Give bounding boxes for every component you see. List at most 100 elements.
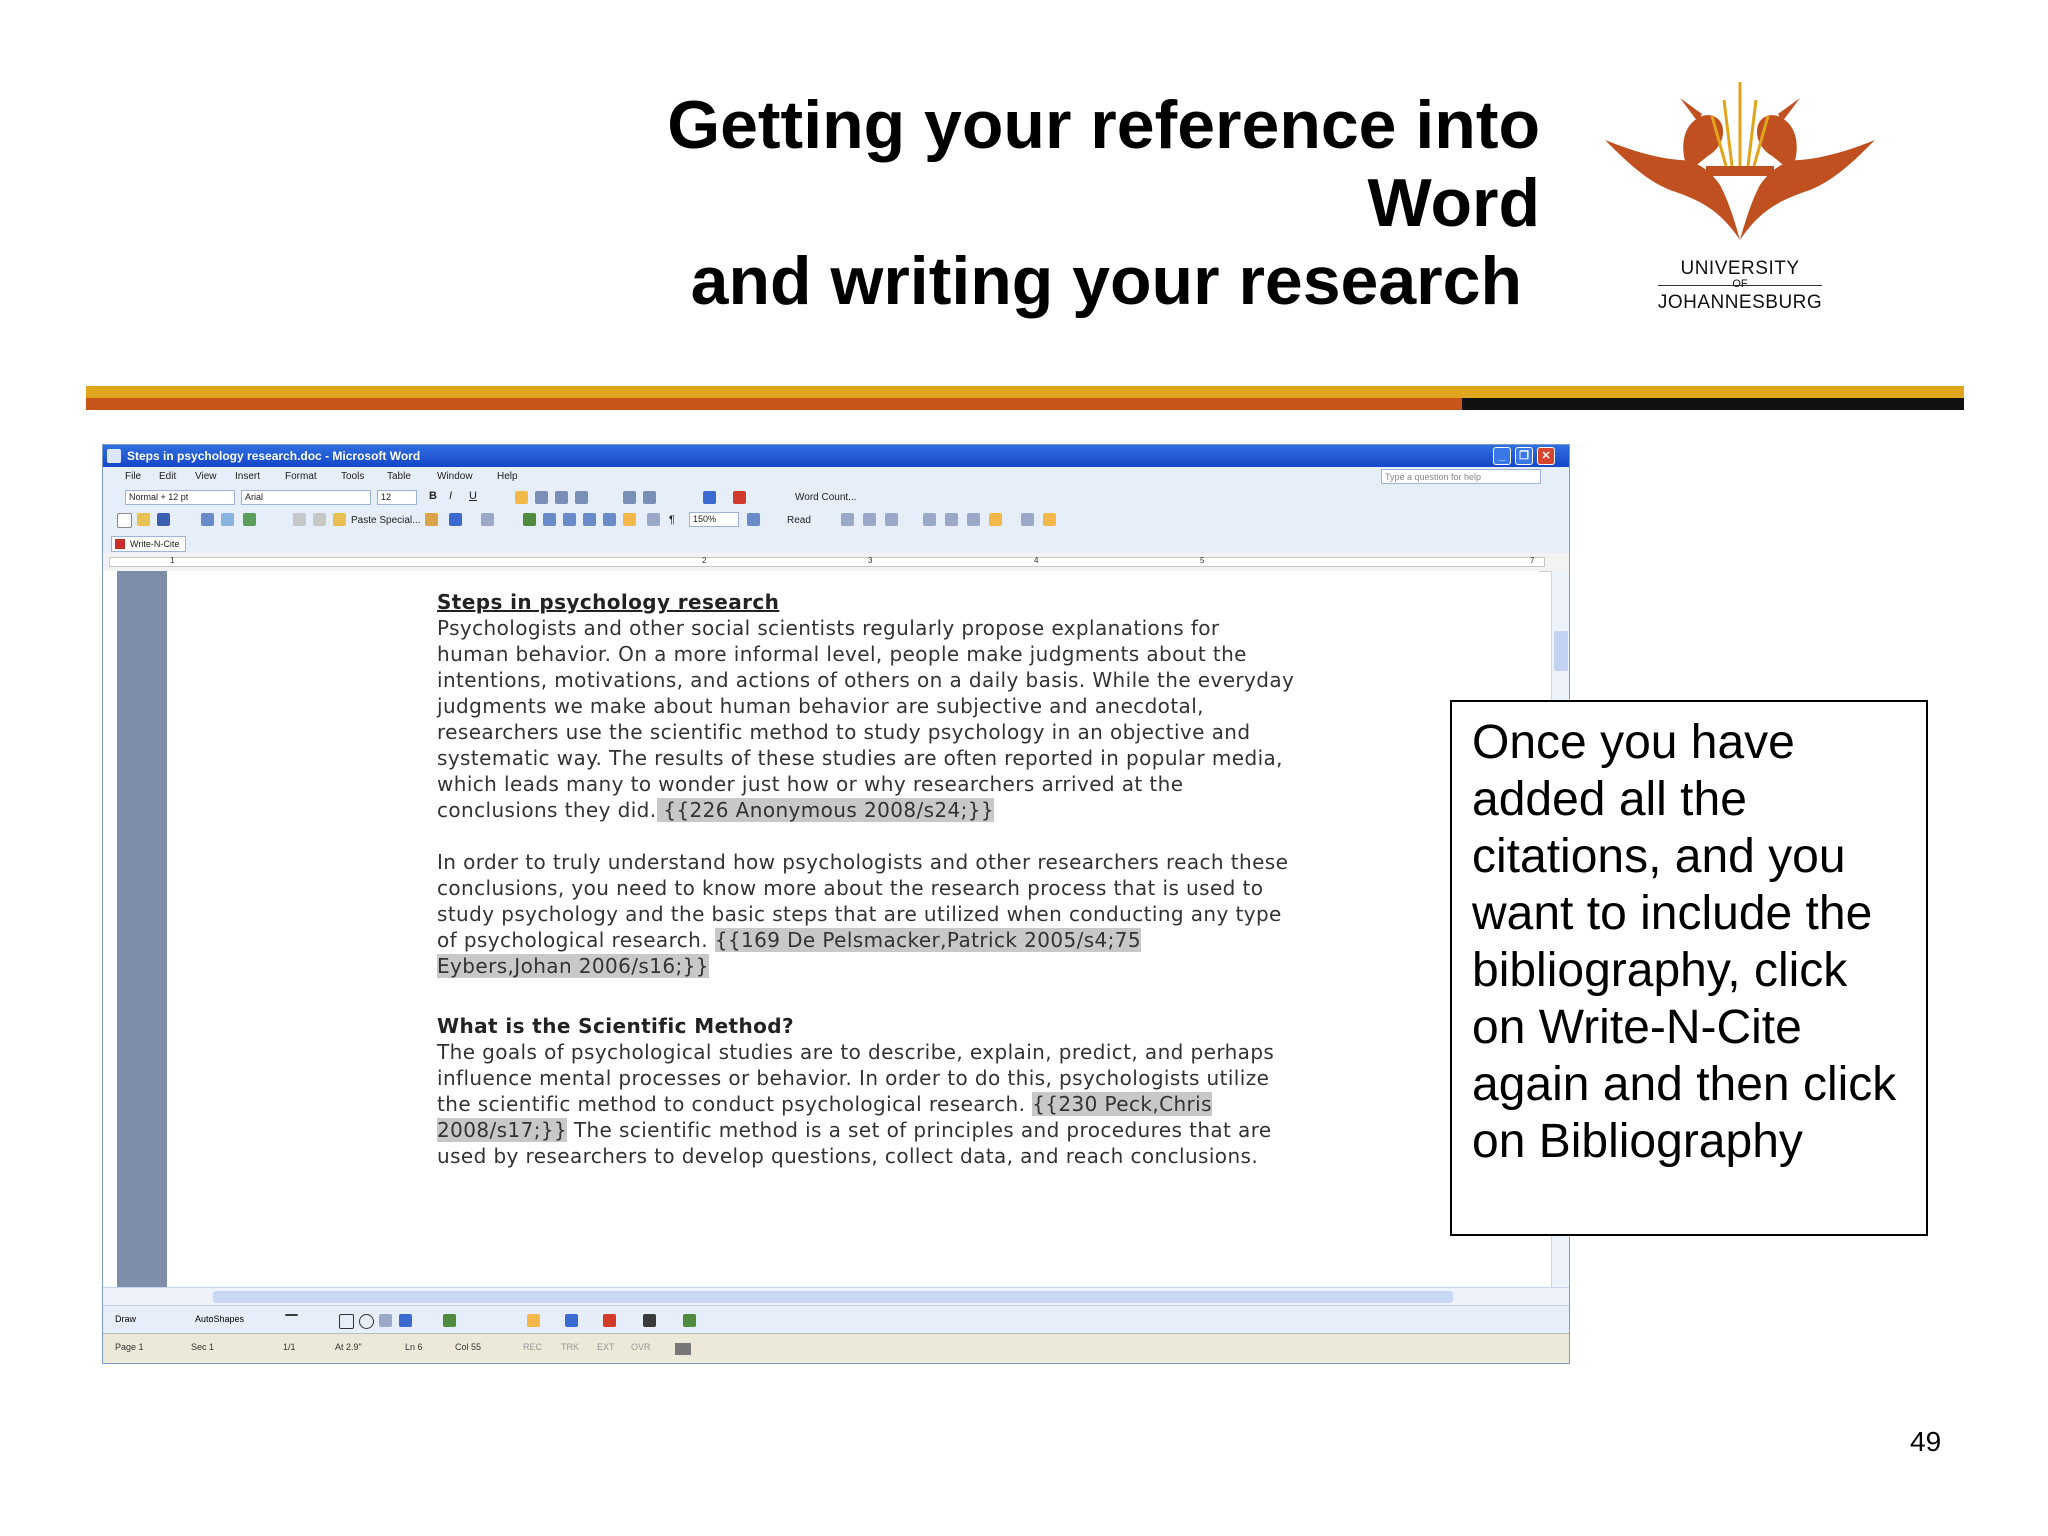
citation-field[interactable]: Eybers,Johan 2006/s16;}} — [437, 954, 709, 978]
save-icon[interactable] — [157, 513, 170, 526]
maximize-button[interactable]: ❐ — [1515, 447, 1533, 465]
italic-button[interactable]: I — [449, 490, 452, 502]
menu-help[interactable]: Help — [497, 467, 518, 487]
close-button[interactable]: ✕ — [1537, 447, 1555, 465]
status-page: Page 1 — [115, 1342, 144, 1352]
align-center-icon[interactable] — [535, 491, 548, 504]
align-right-icon[interactable] — [555, 491, 568, 504]
status-column: Col 55 — [455, 1342, 482, 1352]
write-n-cite-button[interactable]: Write-N-Cite — [111, 536, 187, 552]
citation-field[interactable]: {{230 Peck,Chris — [1032, 1092, 1212, 1116]
font-size-select[interactable]: 12 — [377, 490, 417, 505]
menu-table[interactable]: Table — [387, 467, 411, 487]
word-count-button[interactable]: Word Count... — [795, 492, 857, 503]
columns-icon[interactable] — [603, 513, 616, 526]
help-icon[interactable] — [747, 513, 760, 526]
minimize-button[interactable]: _ — [1493, 447, 1511, 465]
doc-paragraph-line: conclusions, you need to know more about… — [437, 876, 1264, 900]
menu-edit[interactable]: Edit — [159, 467, 176, 487]
bullets-icon[interactable] — [643, 491, 656, 504]
text-color-icon[interactable] — [603, 1314, 616, 1327]
show-hide-icon[interactable]: ¶ — [669, 514, 675, 526]
callout-box: Once you have added all the citations, a… — [1450, 700, 1928, 1236]
font-select[interactable]: Arial — [241, 490, 371, 505]
insert-excel-icon[interactable] — [583, 513, 596, 526]
standard-toolbar: Paste Special... ¶ 150% Read — [103, 509, 1569, 534]
style-select[interactable]: Normal + 12 pt — [125, 490, 235, 505]
draw-menu-button[interactable]: Draw — [115, 1314, 136, 1324]
open-folder-icon[interactable] — [137, 513, 150, 526]
reset-form-icon[interactable] — [1021, 513, 1034, 526]
line-color-icon[interactable] — [565, 1314, 578, 1327]
bold-button[interactable]: B — [429, 490, 437, 502]
numbering-icon[interactable] — [623, 491, 636, 504]
help-question-input[interactable]: Type a question for help — [1381, 469, 1541, 484]
doc-paragraph-line: conclusions they did. {{226 Anonymous 20… — [437, 797, 995, 823]
insert-table-icon[interactable] — [563, 513, 576, 526]
justify-icon[interactable] — [575, 491, 588, 504]
document-area[interactable]: Steps in psychology research Psychologis… — [167, 571, 1539, 1287]
undo-icon[interactable] — [449, 513, 462, 526]
oval-tool-icon[interactable] — [359, 1314, 374, 1329]
menu-format[interactable]: Format — [285, 467, 317, 487]
print-preview-icon[interactable] — [221, 513, 234, 526]
spelling-icon[interactable] — [243, 513, 256, 526]
menu-file[interactable]: File — [125, 467, 141, 487]
highlight-icon[interactable] — [703, 491, 716, 504]
paste-icon[interactable] — [333, 513, 346, 526]
read-button[interactable]: Read — [787, 515, 811, 526]
field-options-icon[interactable] — [923, 513, 936, 526]
form-shading-icon[interactable] — [989, 513, 1002, 526]
underline-button[interactable]: U — [469, 490, 477, 502]
redo-icon[interactable] — [481, 513, 494, 526]
checkbox-field-icon[interactable] — [863, 513, 876, 526]
line-tool-icon[interactable] — [285, 1314, 298, 1316]
menu-insert[interactable]: Insert — [235, 467, 260, 487]
font-color-icon[interactable] — [733, 491, 746, 504]
status-ext[interactable]: EXT — [597, 1342, 615, 1352]
status-ovr[interactable]: OVR — [631, 1342, 651, 1352]
doc-map-icon[interactable] — [647, 513, 660, 526]
menu-window[interactable]: Window — [437, 467, 473, 487]
text-field-icon[interactable] — [841, 513, 854, 526]
print-icon[interactable] — [201, 513, 214, 526]
autoshapes-button[interactable]: AutoShapes — [195, 1314, 244, 1324]
copy-icon[interactable] — [313, 513, 326, 526]
new-document-icon[interactable] — [117, 513, 132, 528]
align-left-icon[interactable] — [515, 491, 528, 504]
textbox-tool-icon[interactable] — [379, 1314, 392, 1327]
shadow-style-icon[interactable] — [683, 1314, 696, 1327]
paste-special-button[interactable]: Paste Special... — [351, 515, 420, 526]
cut-icon[interactable] — [293, 513, 306, 526]
vertical-scroll-thumb[interactable] — [1554, 631, 1568, 671]
draw-table-icon[interactable] — [945, 513, 958, 526]
status-trk[interactable]: TRK — [561, 1342, 579, 1352]
horizontal-scroll-thumb[interactable] — [213, 1291, 1453, 1303]
line-style-icon[interactable] — [643, 1314, 656, 1327]
word-app-icon — [107, 449, 121, 463]
horizontal-scrollbar[interactable] — [103, 1287, 1569, 1306]
format-painter-icon[interactable] — [425, 513, 438, 526]
zoom-select[interactable]: 150% — [689, 512, 739, 527]
citation-field[interactable]: {{169 De Pelsmacker,Patrick 2005/s4;75 — [714, 928, 1142, 952]
orange-stripe — [86, 398, 1462, 410]
vertical-ruler — [103, 571, 118, 1287]
dropdown-field-icon[interactable] — [885, 513, 898, 526]
rectangle-tool-icon[interactable] — [339, 1314, 354, 1329]
citation-field[interactable]: {{226 Anonymous 2008/s24;}} — [656, 798, 995, 822]
spelling-status-icon[interactable] — [675, 1343, 691, 1355]
menu-view[interactable]: View — [195, 467, 217, 487]
wordart-tool-icon[interactable] — [399, 1314, 412, 1327]
slide-title-line1: Getting your reference into Word — [667, 87, 1540, 241]
protect-form-icon[interactable] — [1043, 513, 1056, 526]
insert-picture-icon[interactable] — [443, 1314, 456, 1327]
menu-tools[interactable]: Tools — [341, 467, 364, 487]
drawing-icon[interactable] — [623, 513, 636, 526]
fill-color-icon[interactable] — [527, 1314, 540, 1327]
status-rec[interactable]: REC — [523, 1342, 542, 1352]
citation-field[interactable]: 2008/s17;}} — [437, 1118, 568, 1142]
tables-borders-icon[interactable] — [543, 513, 556, 526]
hyperlink-icon[interactable] — [523, 513, 536, 526]
logo-text-johannesburg: JOHANNESBURG — [1657, 292, 1823, 313]
insert-frame-icon[interactable] — [967, 513, 980, 526]
